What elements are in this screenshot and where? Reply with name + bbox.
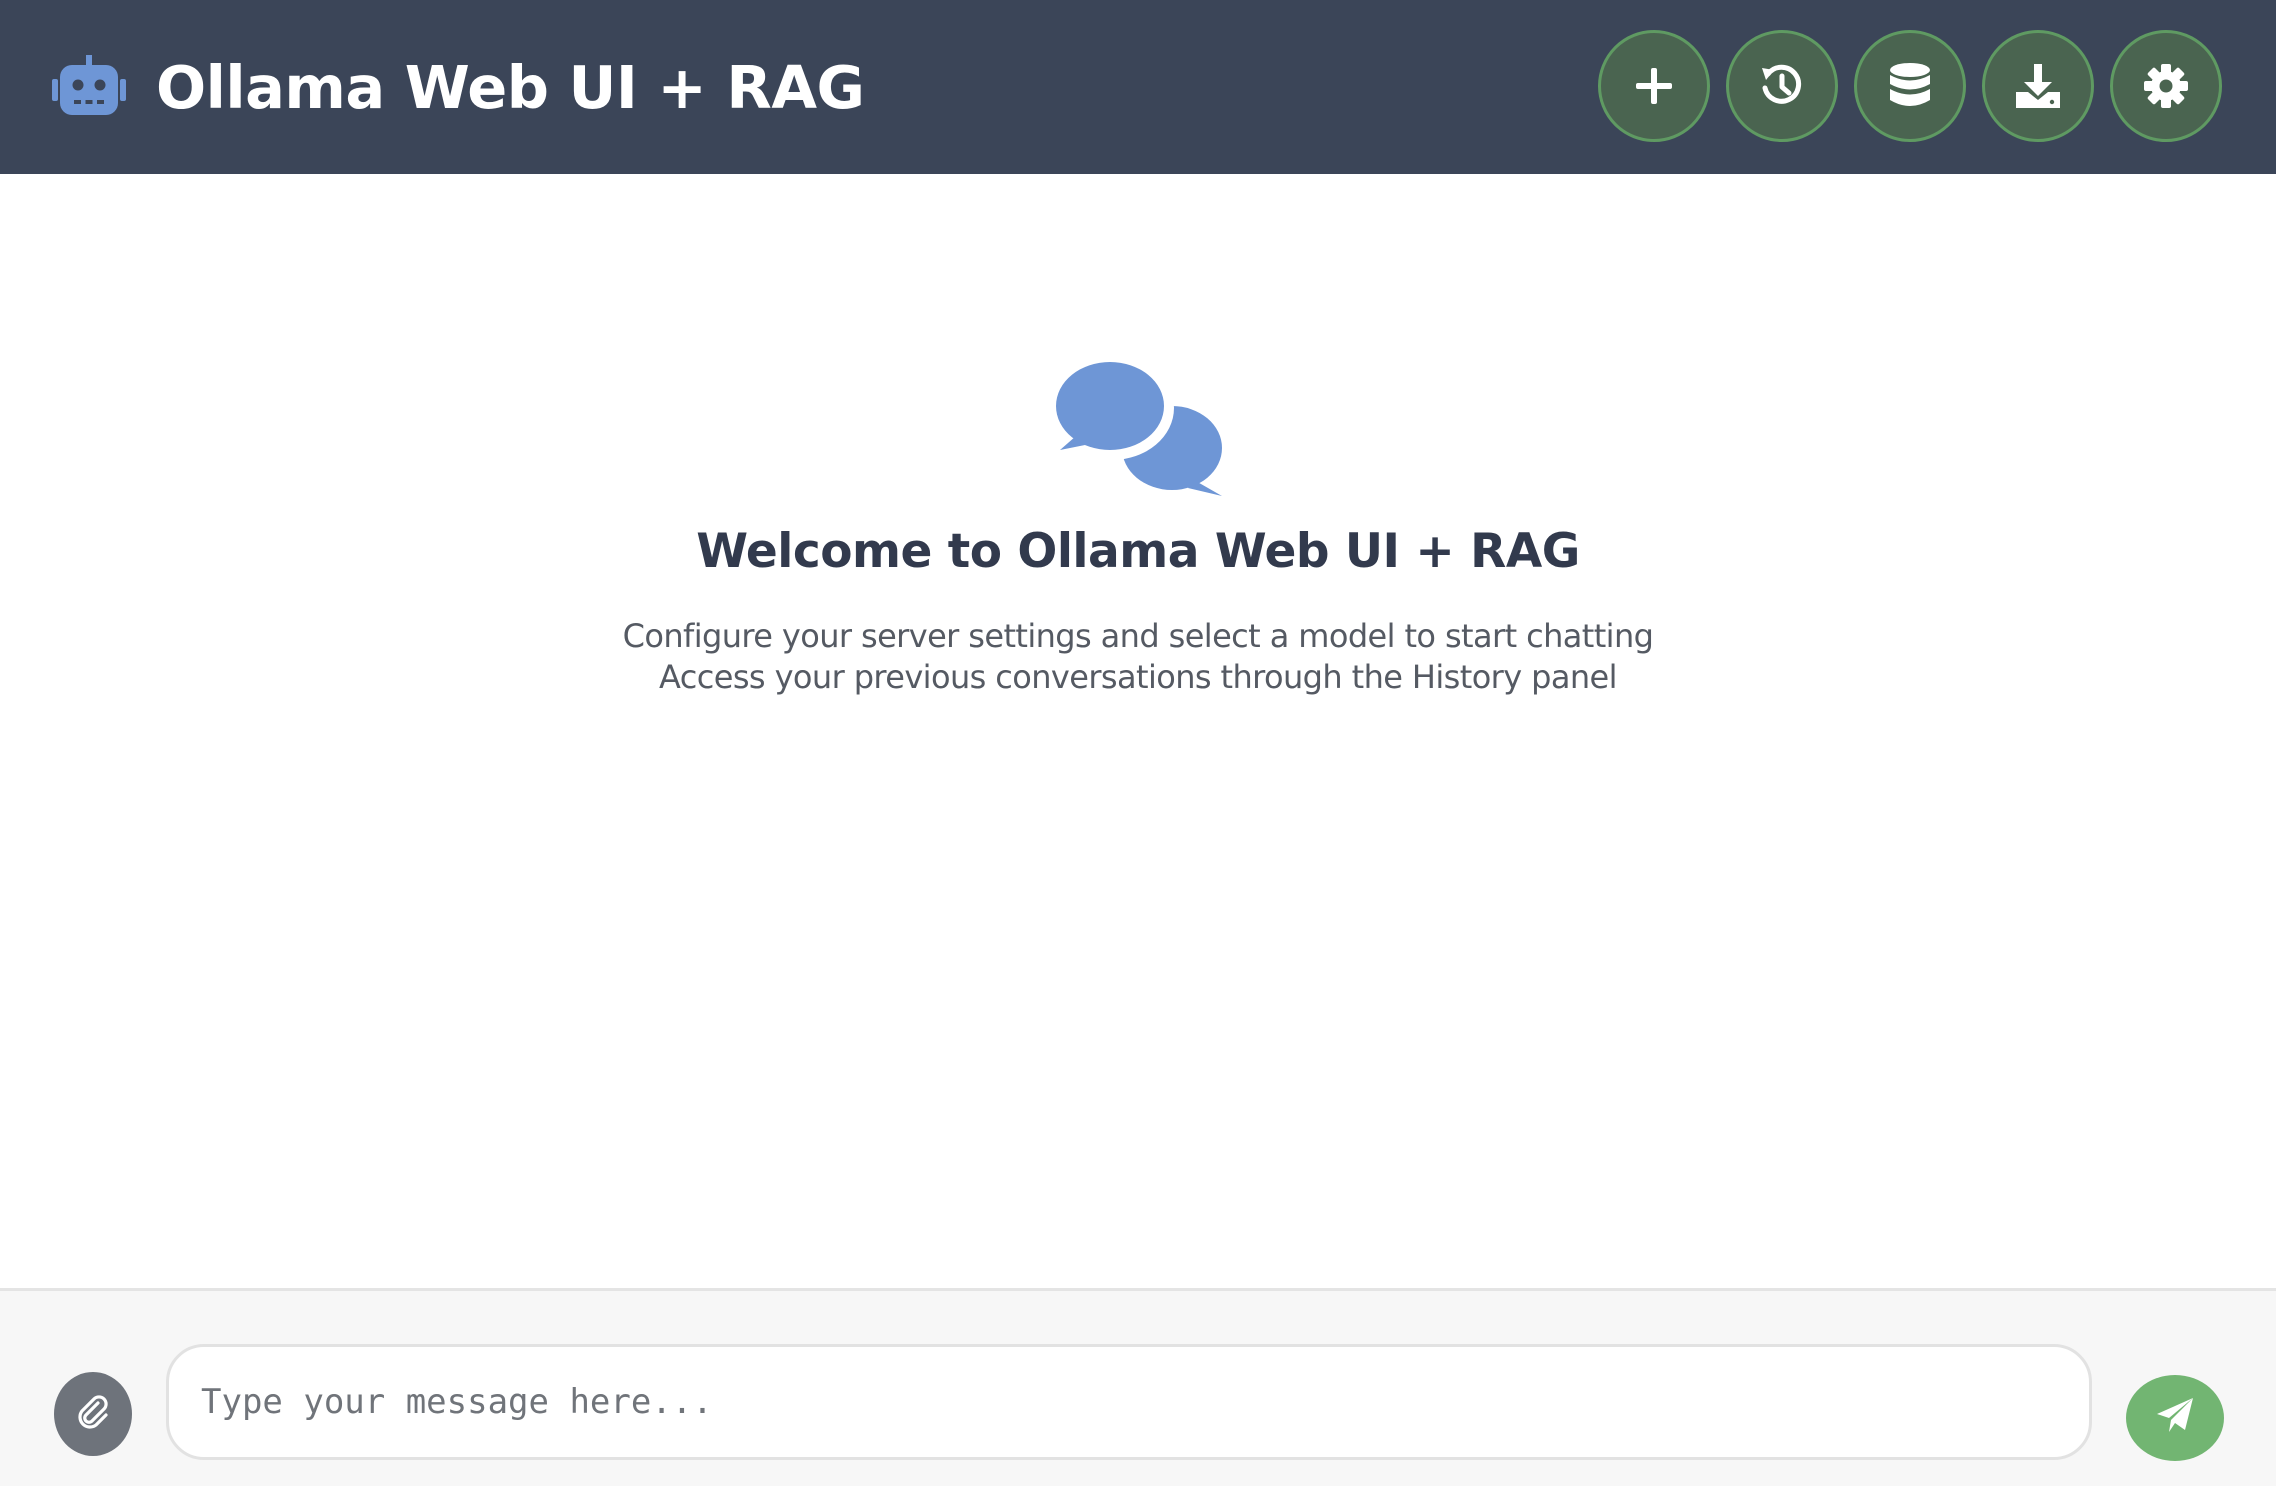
database-icon — [1888, 62, 1932, 110]
knowledge-base-button[interactable] — [1854, 30, 1966, 142]
paperclip-icon — [76, 1395, 110, 1433]
app-title: Ollama Web UI + RAG — [156, 52, 865, 122]
message-composer — [0, 1288, 2276, 1486]
robot-icon — [52, 55, 126, 119]
welcome-subtitle: Configure your server settings and selec… — [0, 616, 2276, 698]
message-input[interactable] — [166, 1344, 2092, 1460]
brand: Ollama Web UI + RAG — [52, 0, 865, 174]
plus-icon — [1634, 66, 1674, 106]
download-button[interactable] — [1982, 30, 2094, 142]
header-actions — [1582, 30, 2222, 142]
download-icon — [2014, 62, 2062, 110]
settings-button[interactable] — [2110, 30, 2222, 142]
app-header: Ollama Web UI + RAG — [0, 0, 2276, 174]
welcome-line-settings: Configure your server settings and selec… — [622, 617, 1654, 655]
send-button[interactable] — [2126, 1375, 2224, 1461]
history-button[interactable] — [1726, 30, 1838, 142]
history-icon — [1758, 62, 1806, 110]
comments-icon — [1050, 356, 1222, 496]
send-icon — [2155, 1396, 2195, 1440]
chat-area: Welcome to Ollama Web UI + RAG Configure… — [0, 174, 2276, 1288]
new-chat-button[interactable] — [1598, 30, 1710, 142]
gear-icon — [2143, 63, 2189, 109]
welcome-title: Welcome to Ollama Web UI + RAG — [696, 524, 1580, 579]
attach-file-button[interactable] — [54, 1372, 132, 1456]
welcome-line-history: Access your previous conversations throu… — [659, 658, 1617, 696]
